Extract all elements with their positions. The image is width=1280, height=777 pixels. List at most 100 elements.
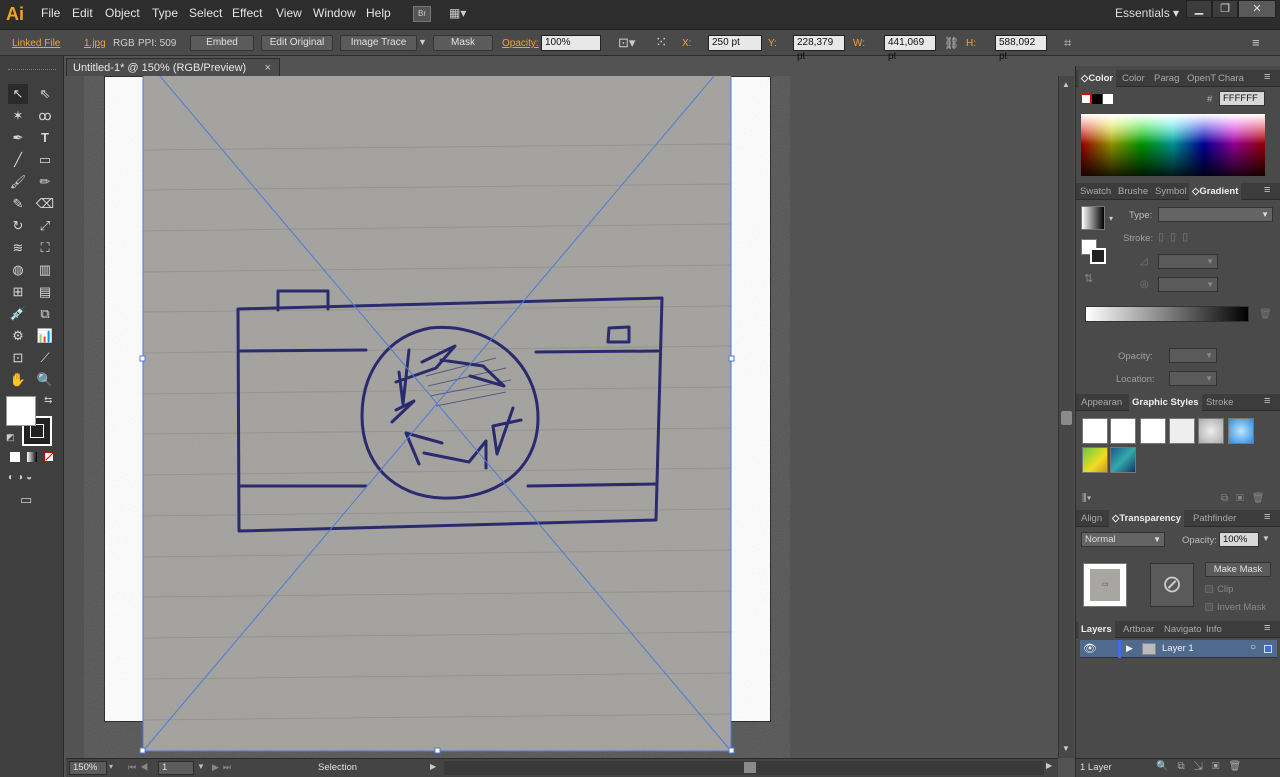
direct-selection-tool-icon[interactable]: ⇖ — [35, 84, 55, 104]
w-input[interactable]: 441,069 pt — [884, 35, 936, 62]
transparency-opacity-dropdown-icon[interactable]: ▼ — [1262, 534, 1270, 543]
type-tool-icon[interactable]: T — [35, 128, 55, 148]
mask-button[interactable]: Mask — [433, 35, 493, 51]
close-document-icon[interactable]: × — [265, 59, 271, 77]
gradient-tool-icon[interactable]: ▤ — [35, 282, 55, 302]
scale-tool-icon[interactable]: ⤢ — [35, 216, 55, 236]
menu-view[interactable]: View — [276, 6, 302, 20]
paintbrush-tool-icon[interactable]: 🖌 — [8, 172, 28, 192]
tab-transparency[interactable]: ◇Transparency — [1109, 510, 1185, 527]
object-thumbnail[interactable]: ▭ — [1083, 563, 1127, 607]
blend-mode-select[interactable]: Normal ▼ — [1081, 532, 1165, 547]
y-input[interactable]: 228,379 pt — [793, 35, 845, 62]
scroll-down-icon[interactable]: ▼ — [1062, 744, 1070, 753]
screen-mode-icon[interactable]: ▭ — [20, 492, 32, 508]
edit-original-button[interactable]: Edit Original — [261, 35, 333, 51]
arrange-documents-icon[interactable]: ▦▾ — [449, 6, 473, 22]
zoom-field[interactable]: 150% — [69, 761, 107, 775]
toolbox-grip[interactable] — [8, 69, 56, 71]
none-mode-icon[interactable] — [44, 452, 54, 462]
menu-select[interactable]: Select — [189, 6, 222, 20]
placed-image-layer[interactable] — [66, 76, 1056, 758]
slice-tool-icon[interactable]: ⟋ — [35, 348, 55, 368]
tab-brushes[interactable]: Brushe — [1118, 183, 1148, 200]
color-mode-icon[interactable] — [10, 452, 20, 462]
scroll-up-icon[interactable]: ▲ — [1062, 80, 1070, 89]
delete-stop-icon[interactable]: 🗑 — [1259, 309, 1272, 320]
gradient-location-input[interactable]: ▼ — [1169, 371, 1217, 386]
tab-color[interactable]: ◇Color — [1078, 70, 1117, 87]
styles-panel-menu-icon[interactable]: ≡ — [1264, 395, 1270, 407]
x-input[interactable]: 250 pt — [708, 35, 762, 51]
tab-symbols[interactable]: Symbol — [1155, 183, 1187, 200]
graphic-style-teal[interactable] — [1110, 447, 1136, 473]
transform-icon[interactable]: ⌗ — [1064, 35, 1071, 51]
make-mask-button[interactable]: Make Mask — [1205, 562, 1271, 577]
graphic-style-white[interactable] — [1140, 418, 1166, 444]
graphic-style-default[interactable] — [1082, 418, 1108, 444]
graphic-style-green-yellow[interactable] — [1082, 447, 1108, 473]
gradient-angle-input[interactable]: ▼ — [1158, 254, 1218, 269]
image-trace-dropdown-icon[interactable]: ▼ — [418, 37, 427, 47]
tab-artboards[interactable]: Artboar — [1123, 621, 1154, 638]
default-fill-stroke-icon[interactable]: ◩ — [6, 432, 15, 443]
close-window-button[interactable]: ✕ — [1238, 0, 1276, 18]
workspace-switcher[interactable]: Essentials ▾ — [1115, 6, 1179, 20]
filename-link[interactable]: 1.jpg — [84, 38, 106, 49]
gradient-panel-menu-icon[interactable]: ≡ — [1264, 184, 1270, 196]
gradient-preview[interactable] — [1081, 206, 1105, 230]
layer-target-icon[interactable]: ○ — [1250, 642, 1256, 653]
artboard-next-icons[interactable]: ▶⏭ — [212, 762, 235, 773]
tab-character[interactable]: Chara — [1218, 70, 1244, 87]
rectangle-tool-icon[interactable]: ▭ — [35, 150, 55, 170]
gradient-mode-icon[interactable] — [27, 452, 37, 462]
symbol-sprayer-tool-icon[interactable]: ⚙ — [8, 326, 28, 346]
artboard-tool-icon[interactable]: ⊡ — [8, 348, 28, 368]
graphic-style-blue[interactable] — [1228, 418, 1254, 444]
menu-object[interactable]: Object — [105, 6, 140, 20]
perspective-grid-tool-icon[interactable]: ▥ — [35, 260, 55, 280]
gradient-stroke-buttons[interactable]: ▯▯▯ — [1158, 230, 1218, 245]
artboard-dropdown-icon[interactable]: ▼ — [197, 762, 205, 771]
minimize-button[interactable]: ▁ — [1186, 0, 1212, 18]
menu-type[interactable]: Type — [152, 6, 178, 20]
white-color-swatch[interactable] — [1103, 94, 1113, 104]
none-color-swatch[interactable] — [1081, 94, 1091, 104]
pencil-tool-icon[interactable]: ✏ — [35, 172, 55, 192]
linked-file-link[interactable]: Linked File — [12, 38, 60, 49]
pen-tool-icon[interactable]: ✒ — [8, 128, 28, 148]
canvas-area[interactable] — [66, 76, 1056, 758]
tab-opentype[interactable]: OpenT — [1187, 70, 1216, 87]
tab-info[interactable]: Info — [1206, 621, 1222, 638]
gradient-stroke-icon[interactable] — [1090, 248, 1106, 264]
vertical-scroll-thumb[interactable] — [1061, 411, 1072, 425]
tab-gradient[interactable]: ◇Gradient — [1189, 183, 1242, 200]
layer-name[interactable]: Layer 1 — [1162, 643, 1194, 654]
graphic-style-outline[interactable] — [1169, 418, 1195, 444]
column-graph-tool-icon[interactable]: 📊 — [35, 326, 55, 346]
h-input[interactable]: 588,092 pt — [995, 35, 1047, 62]
color-panel-menu-icon[interactable]: ≡ — [1264, 71, 1270, 83]
opacity-label[interactable]: Opacity: — [502, 38, 539, 49]
free-transform-tool-icon[interactable]: ⛶ — [35, 238, 55, 258]
artboard-prev-icons[interactable]: ⏮◀ — [128, 762, 152, 773]
tab-align[interactable]: Align — [1081, 510, 1102, 527]
restore-button[interactable]: ❐ — [1212, 0, 1238, 18]
selection-tool-icon[interactable]: ↖ — [8, 84, 28, 104]
embed-button[interactable]: Embed — [190, 35, 254, 51]
layer-selection-indicator[interactable] — [1264, 645, 1272, 653]
tab-paragraph[interactable]: Parag — [1154, 70, 1179, 87]
gradient-type-select[interactable]: ▼ — [1158, 207, 1273, 222]
tab-appearance[interactable]: Appearan — [1081, 394, 1122, 411]
tab-swatches[interactable]: Swatch — [1080, 183, 1111, 200]
horizontal-scroll-thumb[interactable] — [744, 762, 756, 773]
hex-input[interactable]: FFFFFF — [1219, 91, 1265, 106]
layer-actions-icons[interactable]: 🔍⧉⇲▣🗑 — [1156, 761, 1250, 772]
layer-expand-icon[interactable]: ▶ — [1126, 643, 1133, 654]
style-actions-icons[interactable]: ⧉▣🗑 — [1221, 493, 1272, 504]
hand-tool-icon[interactable]: ✋ — [8, 370, 28, 390]
magic-wand-tool-icon[interactable]: ✶ — [8, 106, 28, 126]
draw-mode-icons[interactable]: ◐◑◒ — [8, 472, 56, 484]
menu-edit[interactable]: Edit — [72, 6, 93, 20]
blend-tool-icon[interactable]: ⧉ — [35, 304, 55, 324]
